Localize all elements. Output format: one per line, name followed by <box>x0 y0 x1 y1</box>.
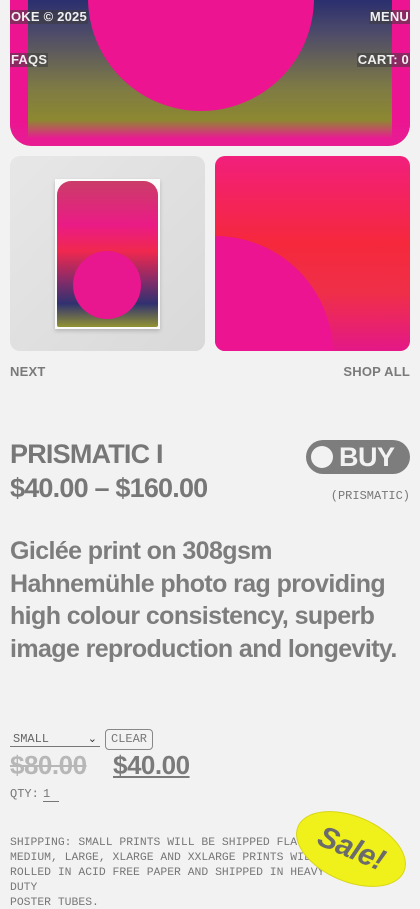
shop-all-link[interactable]: SHOP ALL <box>343 364 410 379</box>
price-range: $40.00 – $160.00 <box>10 473 208 503</box>
detail-circle <box>215 236 333 351</box>
size-select[interactable]: SMALL ⌄ <box>10 731 100 747</box>
framed-poster <box>55 179 160 329</box>
size-select-value: SMALL <box>13 731 50 746</box>
buy-dot-icon <box>311 446 333 468</box>
poster-circle <box>73 251 141 319</box>
buy-label: BUY <box>339 441 395 472</box>
sale-badge-text: Sale! <box>312 819 390 878</box>
product-thumbnail-framed[interactable] <box>10 156 205 351</box>
hero-circle <box>88 0 314 111</box>
buy-button[interactable]: BUY <box>306 440 410 474</box>
product-title: PRISMATIC I <box>10 439 164 469</box>
cart-link[interactable]: CART: 0 <box>356 53 410 67</box>
original-price: $80.00 <box>10 750 87 780</box>
hero-band <box>10 120 410 146</box>
product-thumbnail-detail[interactable] <box>215 156 410 351</box>
chevron-down-icon: ⌄ <box>87 733 97 746</box>
collection-tag[interactable]: (PRISMATIC) <box>331 489 410 503</box>
menu-button[interactable]: MENU <box>368 10 410 24</box>
poster-artwork <box>57 181 158 327</box>
sale-price: $40.00 <box>113 750 190 780</box>
quantity-input[interactable]: 1 <box>43 787 59 802</box>
product-description: Giclée print on 308gsm Hahnemühle photo … <box>10 537 397 663</box>
next-link[interactable]: NEXT <box>10 364 45 379</box>
quantity-label: QTY: <box>10 787 39 801</box>
shipping-note: SHIPPING: SMALL PRINTS WILL BE SHIPPED F… <box>10 837 338 909</box>
clear-button[interactable]: CLEAR <box>105 729 154 750</box>
faqs-link[interactable]: FAQS <box>10 53 49 67</box>
brand-logo[interactable]: OKE © 2025 <box>10 10 88 24</box>
